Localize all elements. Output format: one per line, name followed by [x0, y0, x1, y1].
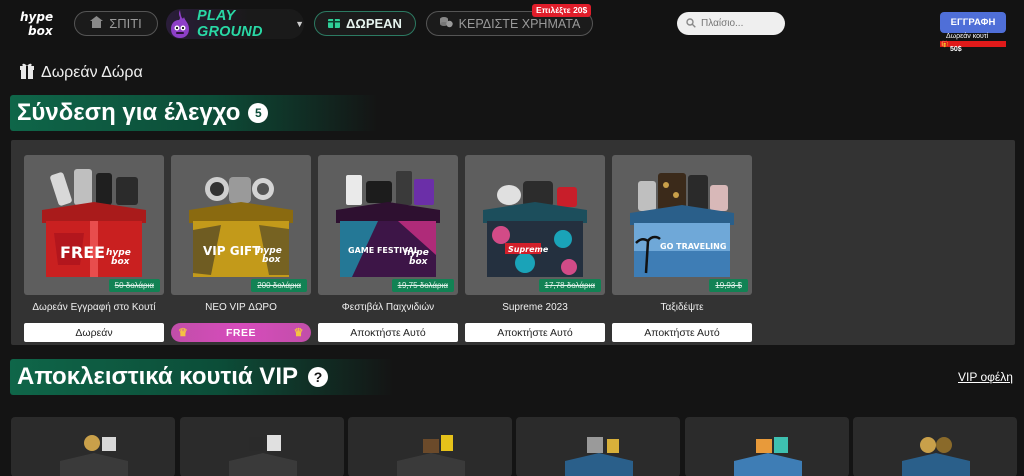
gift-icon — [20, 62, 34, 84]
box-label-text: VIP GIFT — [203, 244, 261, 258]
page-title: Δωρεάν Δώρα — [20, 62, 143, 84]
get-vip-gift-button[interactable]: ♛ FREE ♛ — [171, 323, 311, 342]
vip-box-card[interactable] — [180, 417, 344, 476]
box-image[interactable]: GO TRAVELING 19,93 $ — [612, 155, 752, 295]
top-navbar: hype box ΣΠΙΤΙ PLAY GROUND ▼ ΔΩΡΕΑΝ ΚΕΡΔ… — [0, 0, 1024, 53]
chevron-down-icon: ▼ — [295, 19, 304, 29]
hype-box-logo[interactable]: hype box — [18, 6, 62, 40]
search-icon — [686, 15, 696, 33]
vip-box-card[interactable] — [348, 417, 512, 476]
vip-benefits-link[interactable]: VIP οφέλη — [958, 370, 1013, 384]
svg-text:box: box — [409, 257, 429, 267]
vip-box-card[interactable] — [685, 417, 849, 476]
vip-box-image — [229, 435, 297, 476]
home-icon — [90, 16, 104, 31]
signup-button[interactable]: ΕΓΓΡΑΦΗ — [940, 12, 1006, 33]
box-image[interactable]: GAME FESTIVAL hype box 19,75 δολάρια — [318, 155, 458, 295]
vip-section-header: Αποκλειστικά κουτιά VIP ? — [10, 359, 394, 395]
vip-box-card[interactable] — [853, 417, 1017, 476]
box-card-game-festival[interactable]: GAME FESTIVAL hype box 19,75 δολάρια Φεσ… — [318, 155, 458, 342]
svg-text:hype: hype — [20, 10, 53, 24]
page-title-text: Δωρεάν Δώρα — [41, 64, 143, 81]
box-card-travel[interactable]: GO TRAVELING 19,93 $ Ταξιδέψτε Αποκτήστε… — [612, 155, 752, 342]
crown-icon: ♛ — [293, 327, 304, 339]
box-name: Supreme 2023 — [502, 302, 568, 313]
login-section-header: Σύνδεση για έλεγχο 5 — [10, 95, 378, 131]
box-price: 19,75 δολάρια — [391, 279, 454, 292]
box-image[interactable]: Supreme 17,78 δολάρια — [465, 155, 605, 295]
vip-box-card[interactable] — [11, 417, 175, 476]
free-box-promo[interactable]: Δωρεάν κουτί 🎁 50$ — [940, 33, 1006, 53]
nav-earn-label: ΚΕΡΔΙΣΤΕ ΧΡΗΜΑΤΑ — [458, 16, 581, 31]
promo-amount: 50$ — [950, 46, 962, 53]
svg-text:box: box — [111, 257, 131, 267]
vip-box-image — [397, 435, 465, 476]
svg-text:box: box — [28, 24, 54, 38]
vip-box-image — [902, 437, 970, 476]
box-card-free-signup[interactable]: FREE hype box 50 δολάρια Δωρεάν Εγγραφή … — [24, 155, 164, 342]
box-price: 200 δολάρια — [251, 279, 307, 292]
nav-home-label: ΣΠΙΤΙ — [109, 16, 142, 31]
nav-free-button[interactable]: ΔΩΡΕΑΝ — [314, 11, 416, 36]
box-image[interactable]: FREE hype box 50 δολάρια — [24, 155, 164, 295]
get-box-button[interactable]: Αποκτήστε Αυτό — [318, 323, 458, 342]
box-label-text: Supreme — [508, 245, 549, 254]
nav-home-button[interactable]: ΣΠΙΤΙ — [74, 11, 158, 36]
vip-section-title: Αποκλειστικά κουτιά VIP — [17, 363, 298, 390]
search-box[interactable] — [677, 12, 785, 35]
mascot-icon — [167, 9, 193, 39]
box-price: 50 δολάρια — [108, 279, 160, 292]
help-icon[interactable]: ? — [308, 367, 328, 387]
vip-button-label: FREE — [225, 326, 256, 339]
playground-label: PLAY GROUND — [197, 8, 263, 40]
svg-text:box: box — [262, 255, 282, 265]
box-name: Ταξιδέψτε — [660, 302, 704, 313]
box-count-badge: 5 — [248, 103, 269, 123]
login-section-title: Σύνδεση για έλεγχο — [17, 99, 241, 126]
box-name: ΝΕΟ VIP ΔΩΡΟ — [205, 302, 277, 313]
vip-box-image — [60, 435, 128, 476]
crown-icon: ♛ — [178, 327, 189, 339]
search-input[interactable] — [701, 18, 779, 29]
earn-bonus-badge: Επιλέξτε 20$ — [532, 4, 592, 17]
box-image[interactable]: VIP GIFT hype box 200 δολάρια — [171, 155, 311, 295]
vip-box-card[interactable] — [516, 417, 680, 476]
vip-box-image — [734, 437, 802, 476]
box-name: Δωρεάν Εγγραφή στο Κουτί — [32, 302, 156, 313]
get-box-button[interactable]: Αποκτήστε Αυτό — [612, 323, 752, 342]
box-label-text: FREE — [60, 243, 105, 262]
get-box-button[interactable]: Αποκτήστε Αυτό — [465, 323, 605, 342]
box-name: Φεστιβάλ Παιχνιδιών — [341, 302, 435, 313]
playground-menu[interactable]: PLAY GROUND ▼ — [166, 8, 304, 40]
box-price: 19,93 $ — [709, 279, 748, 292]
nav-free-label: ΔΩΡΕΑΝ — [346, 16, 402, 31]
box-label-text: GO TRAVELING — [660, 242, 726, 251]
box-card-vip-gift[interactable]: VIP GIFT hype box 200 δολάρια ΝΕΟ VIP ΔΩ… — [171, 155, 311, 342]
vip-box-image — [565, 437, 633, 476]
box-card-supreme[interactable]: Supreme 17,78 δολάρια Supreme 2023 Αποκτ… — [465, 155, 605, 342]
box-price: 17,78 δολάρια — [538, 279, 601, 292]
get-free-box-button[interactable]: Δωρεάν — [24, 323, 164, 342]
gift-icon: 🎁 — [941, 42, 949, 48]
promo-text: Δωρεάν κουτί — [946, 33, 989, 40]
coins-icon — [439, 15, 453, 32]
gift-box-icon — [328, 16, 341, 31]
